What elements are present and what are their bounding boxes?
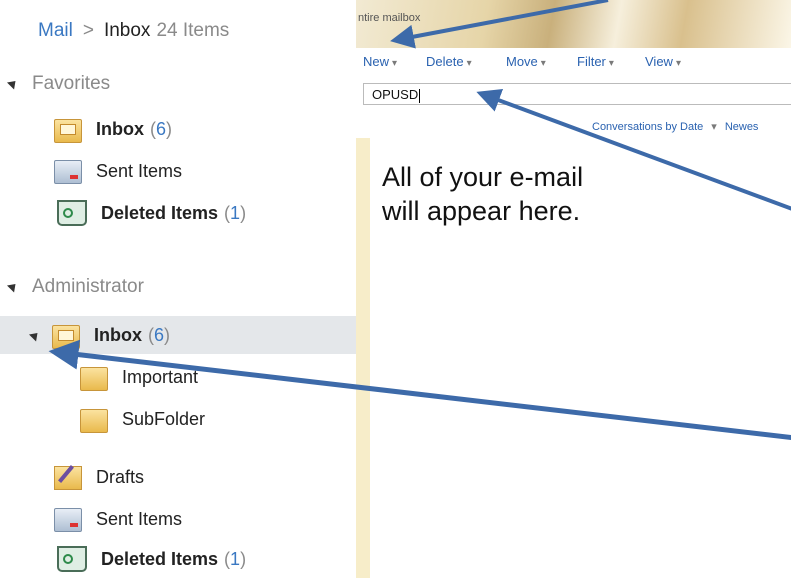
mailbox-header[interactable]: Administrator — [6, 276, 144, 298]
inbox-folder-icon — [52, 324, 80, 349]
chevron-down-icon: ▾ — [608, 58, 614, 69]
collapse-triangle-icon[interactable] — [6, 77, 20, 90]
unread-count: 1 — [230, 202, 241, 223]
folder-label: SubFolder — [122, 408, 206, 429]
search-input[interactable]: OPUSD — [363, 83, 791, 105]
folder-label: Deleted Items — [101, 548, 219, 569]
folder-label: Sent Items — [96, 160, 183, 181]
view-button[interactable]: View ▾ — [645, 54, 681, 69]
sort-conversations-button[interactable]: Conversations by Date — [592, 121, 703, 133]
filter-button[interactable]: Filter ▾ — [577, 54, 614, 69]
breadcrumb-separator: > — [82, 20, 94, 41]
collapse-triangle-icon[interactable] — [6, 280, 20, 293]
mailbox-sent-items[interactable]: Sent Items — [54, 504, 182, 534]
unread-count: 6 — [154, 324, 165, 345]
mailbox-inbox[interactable]: Inbox (6) — [28, 320, 170, 350]
annotation-line-2: will appear here. — [382, 196, 581, 226]
item-count: 24 Items — [156, 20, 230, 41]
breadcrumb-current: Inbox — [103, 20, 151, 41]
annotation-text: All of your e-mail will appear here. — [382, 160, 583, 228]
favorites-title: Favorites — [32, 73, 111, 94]
trash-icon — [57, 200, 87, 226]
unread-count: 6 — [156, 118, 167, 139]
subfolder-subfolder[interactable]: SubFolder — [80, 404, 205, 434]
mailbox-title: Administrator — [32, 276, 144, 297]
inbox-folder-icon — [54, 118, 82, 143]
breadcrumb-mail-link[interactable]: Mail — [38, 20, 73, 41]
favorites-header[interactable]: Favorites — [6, 73, 111, 95]
mailbox-drafts[interactable]: Drafts — [54, 462, 144, 492]
chevron-down-icon: ▾ — [466, 58, 472, 69]
message-pane: ntire mailbox New ▾ Delete ▾ Move ▾ Filter ▾… — [356, 0, 791, 578]
sort-newest-button[interactable]: Newes — [725, 121, 759, 133]
toolbar: New ▾ Delete ▾ Move ▾ Filter ▾ View ▾ — [356, 48, 791, 76]
favorites-inbox[interactable]: Inbox (6) — [54, 114, 172, 144]
subfolder-important[interactable]: Important — [80, 362, 198, 392]
annotation-line-1: All of your e-mail — [382, 162, 584, 192]
folder-label: Deleted Items — [101, 202, 219, 223]
banner-text: ntire mailbox — [358, 12, 421, 24]
folder-label: Sent Items — [96, 508, 183, 529]
folder-label: Important — [122, 366, 199, 387]
delete-button[interactable]: Delete ▾ — [426, 54, 472, 69]
folder-label: Inbox — [94, 324, 142, 345]
favorites-deleted-items[interactable]: Deleted Items (1) — [54, 198, 246, 228]
chevron-down-icon[interactable]: ▾ — [711, 121, 717, 133]
folder-icon — [80, 408, 108, 433]
folder-label: Inbox — [96, 118, 144, 139]
folder-label: Drafts — [96, 466, 145, 487]
trash-icon — [57, 546, 87, 572]
folder-pane: Mail > Inbox 24 Items Favorites Inbox (6) S… — [0, 0, 356, 578]
chevron-down-icon: ▾ — [675, 58, 681, 69]
mailbox-deleted-items[interactable]: Deleted Items (1) — [54, 544, 246, 574]
sent-items-icon — [54, 160, 82, 184]
chevron-down-icon: ▾ — [540, 58, 546, 69]
expand-triangle-icon[interactable] — [28, 328, 42, 342]
new-button[interactable]: New ▾ — [363, 54, 397, 69]
unread-count: 1 — [230, 548, 241, 569]
move-button[interactable]: Move ▾ — [506, 54, 546, 69]
chevron-down-icon: ▾ — [392, 58, 398, 69]
sort-bar: Conversations by Date ▾ Newes — [592, 120, 758, 133]
header-banner: ntire mailbox — [356, 0, 791, 48]
favorites-sent-items[interactable]: Sent Items — [54, 156, 182, 186]
folder-icon — [80, 366, 108, 391]
sent-items-icon — [54, 508, 82, 532]
reading-stripe — [356, 138, 370, 578]
drafts-icon — [54, 466, 82, 490]
breadcrumb: Mail > Inbox 24 Items — [38, 20, 229, 42]
